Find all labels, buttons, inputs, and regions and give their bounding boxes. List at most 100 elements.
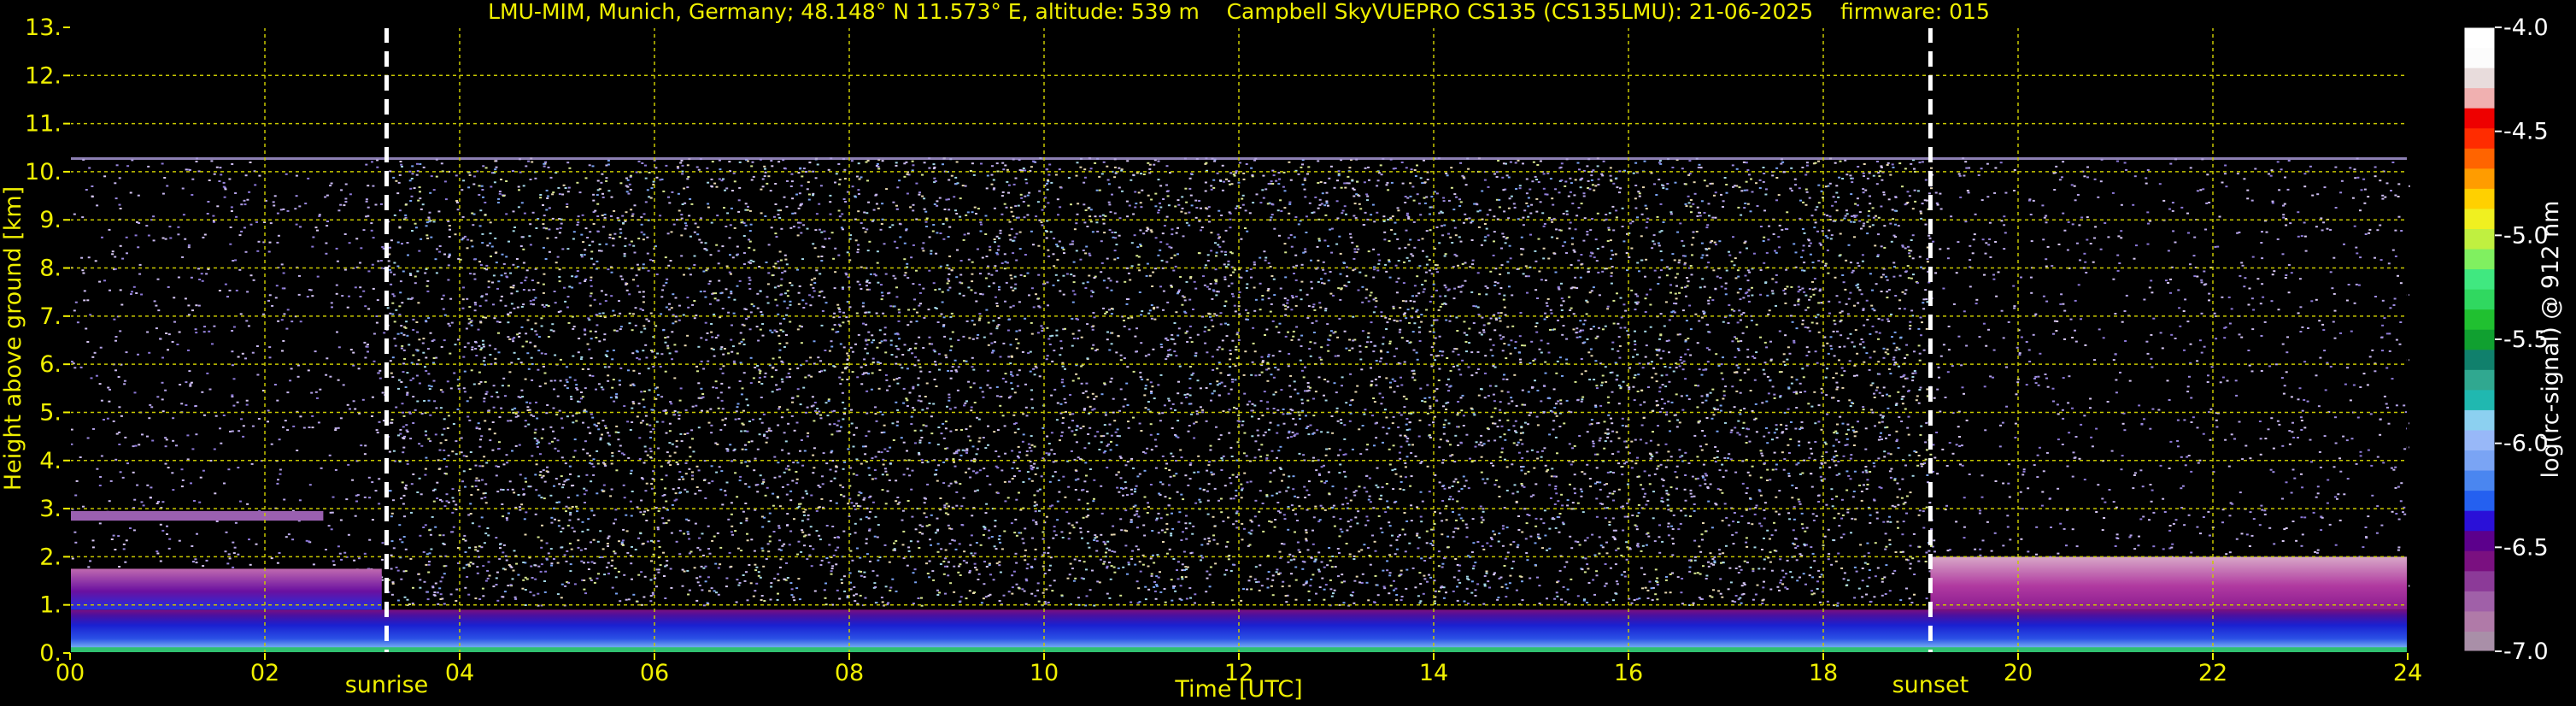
noise-speck — [443, 565, 446, 568]
noise-speck — [753, 469, 756, 472]
noise-speck — [828, 423, 831, 426]
noise-speck — [1399, 445, 1403, 448]
noise-speck — [1334, 566, 1337, 568]
noise-speck — [955, 276, 959, 279]
noise-speck — [1558, 531, 1561, 533]
noise-speck — [912, 572, 915, 574]
noise-speck — [812, 194, 814, 197]
noise-speck — [701, 409, 703, 412]
noise-speck — [869, 273, 872, 275]
noise-speck — [1154, 268, 1157, 270]
noise-speck — [1465, 587, 1469, 590]
noise-speck — [1084, 209, 1088, 211]
noise-speck — [213, 325, 216, 327]
noise-speck — [749, 382, 753, 385]
noise-speck — [1027, 204, 1030, 207]
noise-speck — [765, 441, 768, 444]
noise-speck — [1096, 431, 1100, 433]
noise-speck — [1402, 313, 1405, 315]
noise-speck — [615, 592, 618, 595]
noise-speck — [1105, 551, 1107, 554]
noise-speck — [1803, 262, 1806, 264]
noise-speck — [942, 482, 946, 485]
noise-speck — [73, 367, 77, 369]
noise-speck — [1393, 589, 1395, 591]
noise-speck — [268, 294, 272, 297]
noise-speck — [1881, 580, 1884, 583]
noise-speck — [969, 476, 972, 479]
noise-speck — [1843, 345, 1846, 348]
noise-speck — [1297, 549, 1300, 551]
noise-speck — [1646, 500, 1650, 503]
noise-speck — [426, 598, 430, 601]
noise-speck — [1576, 162, 1580, 164]
noise-speck — [1399, 457, 1402, 460]
noise-speck — [1205, 591, 1208, 593]
noise-speck — [404, 216, 408, 219]
noise-speck — [1763, 580, 1765, 583]
noise-speck — [1499, 287, 1503, 289]
noise-speck — [1853, 364, 1857, 367]
noise-speck — [180, 485, 184, 488]
noise-speck — [596, 194, 599, 197]
noise-speck — [942, 163, 944, 166]
noise-speck — [479, 438, 482, 441]
noise-speck — [1323, 379, 1327, 380]
noise-speck — [1549, 178, 1552, 180]
noise-speck — [1634, 162, 1638, 164]
noise-speck — [643, 233, 646, 236]
noise-speck — [1501, 447, 1504, 450]
noise-speck — [1888, 395, 1892, 397]
noise-speck — [1798, 444, 1801, 447]
noise-speck — [1192, 372, 1195, 374]
noise-speck — [895, 208, 899, 210]
noise-speck — [1505, 489, 1509, 491]
noise-speck — [1210, 250, 1213, 252]
noise-speck — [788, 468, 791, 471]
noise-speck — [653, 577, 656, 580]
noise-speck — [1304, 366, 1306, 368]
noise-speck — [2086, 216, 2089, 219]
noise-speck — [996, 429, 1000, 432]
noise-speck — [1148, 274, 1152, 277]
noise-speck — [1529, 535, 1533, 538]
noise-speck — [1444, 253, 1447, 256]
noise-speck — [1546, 172, 1550, 174]
noise-speck — [560, 475, 563, 478]
noise-speck — [786, 577, 789, 579]
noise-speck — [1810, 566, 1812, 568]
noise-speck — [522, 579, 525, 581]
noise-speck — [399, 280, 402, 283]
noise-speck — [944, 549, 948, 551]
noise-speck — [1837, 461, 1840, 462]
noise-speck — [1004, 300, 1006, 303]
noise-speck — [1493, 231, 1496, 233]
noise-speck — [781, 272, 784, 274]
noise-speck — [1725, 184, 1728, 185]
noise-speck — [1826, 368, 1828, 370]
noise-speck — [804, 490, 807, 492]
noise-speck — [1719, 404, 1722, 407]
noise-speck — [527, 368, 531, 370]
noise-speck — [1220, 457, 1223, 459]
noise-speck — [1241, 421, 1245, 422]
noise-speck — [1053, 350, 1056, 352]
noise-speck — [1358, 271, 1362, 274]
noise-speck — [1031, 407, 1034, 409]
noise-speck — [1493, 240, 1495, 243]
noise-speck — [619, 182, 623, 185]
noise-speck — [482, 344, 485, 345]
noise-speck — [942, 223, 945, 225]
noise-speck — [760, 311, 763, 313]
noise-speck — [767, 244, 771, 246]
noise-speck — [2036, 476, 2039, 479]
noise-speck — [1688, 566, 1692, 568]
noise-speck — [455, 174, 458, 177]
noise-speck — [566, 191, 570, 193]
noise-speck — [1071, 379, 1075, 382]
noise-speck — [1150, 231, 1153, 233]
noise-speck — [646, 252, 649, 255]
noise-speck — [1664, 579, 1668, 581]
noise-speck — [1788, 352, 1792, 355]
noise-speck — [1963, 310, 1966, 313]
